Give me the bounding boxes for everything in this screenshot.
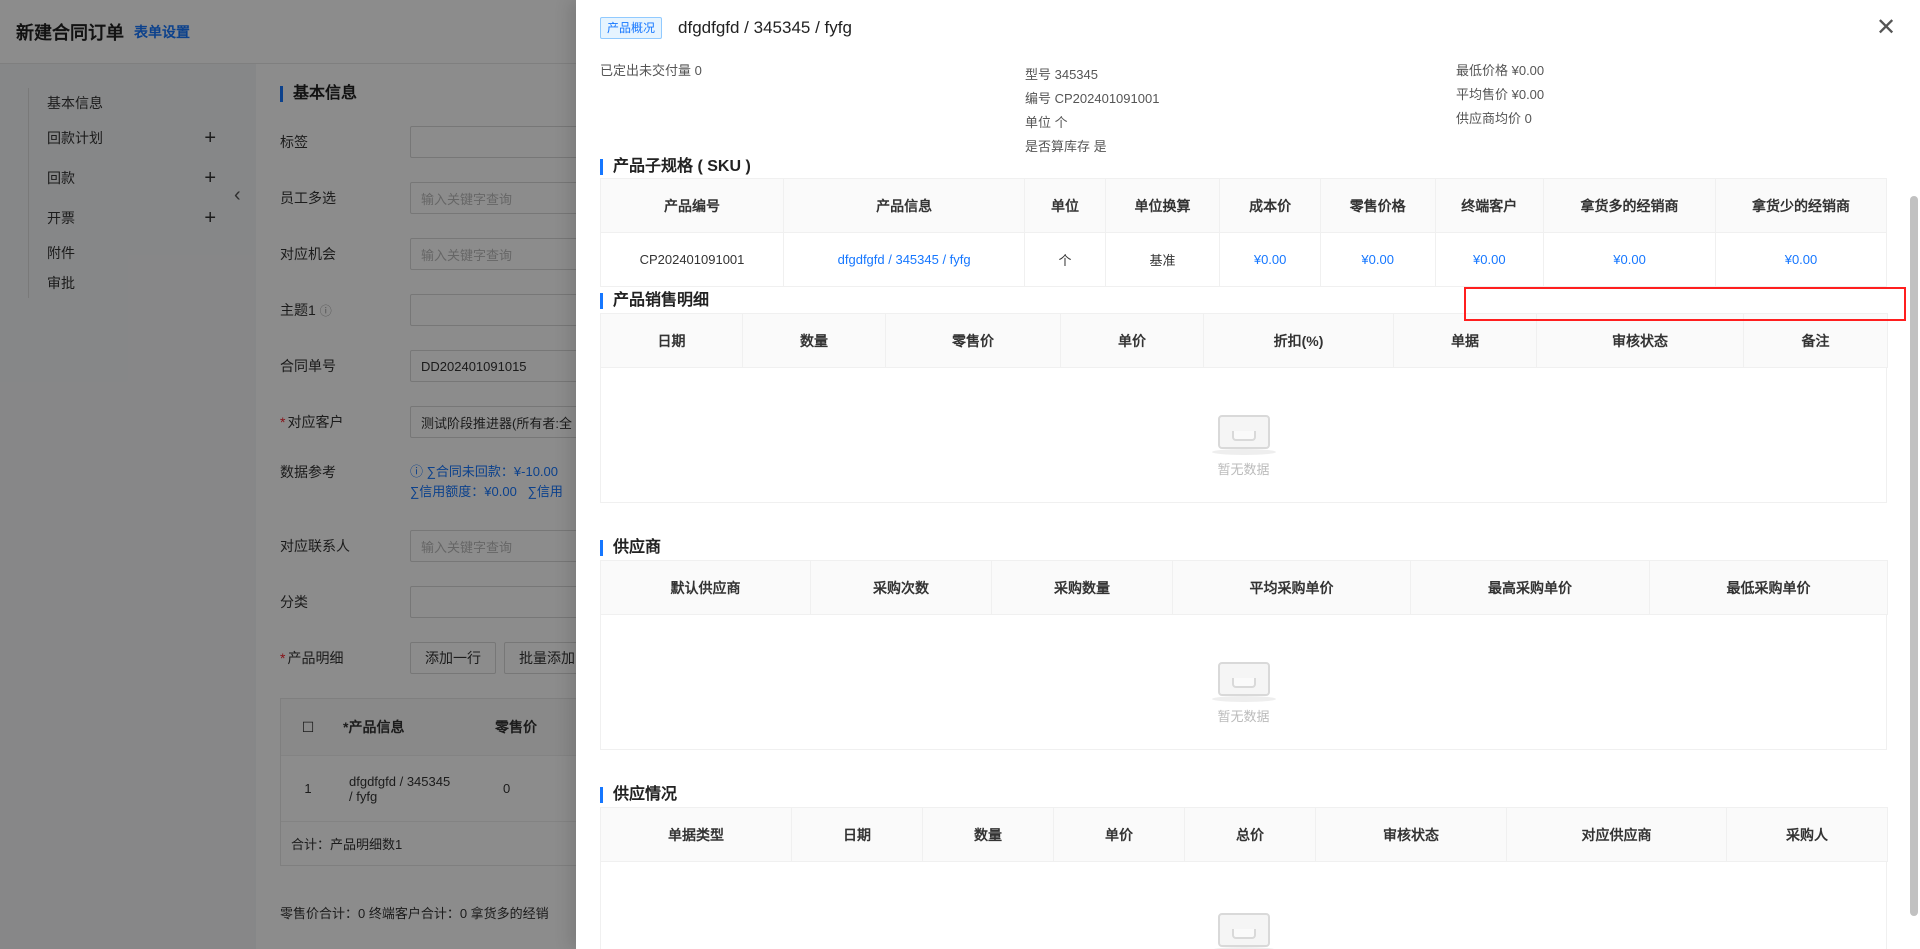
product-code: 编号 CP202401091001 [1025,91,1160,106]
supply-empty [600,861,1887,949]
section-title-supply: 供应情况 [600,787,677,803]
unit: 单位 个 [1025,115,1068,130]
undelivered-qty: 已定出未交付量 0 [600,63,702,78]
close-icon[interactable]: ✕ [1872,14,1900,42]
drawer-title: dfgdfgfd / 345345 / fyfg [678,18,852,37]
drawer-header: 产品概况 dfgdfgfd / 345345 / fyfg ✕ [576,0,1920,56]
sales-empty: 暂无数据 [600,367,1887,503]
section-title-supplier: 供应商 [600,540,661,556]
supplier-avg-price: 供应商均价 0 [1456,111,1532,126]
supplier-table: 默认供应商 采购次数 采购数量 平均采购单价 最高采购单价 最低采购单价 [600,560,1888,615]
product-overview-drawer: 产品概况 dfgdfgfd / 345345 / fyfg ✕ 已定出未交付量 … [576,0,1920,949]
section-title-sales: 产品销售明细 [600,293,709,309]
sales-table: 日期 数量 零售价 单价 折扣(%) 单据 审核状态 备注 [600,313,1888,368]
min-price: 最低价格 ¥0.00 [1456,63,1545,78]
product-info: 已定出未交付量 0 型号 345345 编号 CP202401091001 单位… [576,56,1920,164]
empty-inbox-icon [1211,658,1276,702]
highlight-box [1464,287,1906,321]
supplier-empty: 暂无数据 [600,614,1887,750]
avg-price: 平均售价 ¥0.00 [1456,87,1545,102]
model: 型号 345345 [1025,67,1098,82]
is-stock: 是否算库存 是 [1025,139,1107,154]
product-overview-tag: 产品概况 [600,17,663,39]
drawer-body: 已定出未交付量 0 型号 345345 编号 CP202401091001 单位… [576,56,1920,949]
empty-inbox-icon [1211,909,1276,949]
vertical-scrollbar[interactable] [1910,196,1918,916]
empty-inbox-icon [1211,411,1276,455]
table-row: CP202401091001 dfgdfgfd / 345345 / fyfg … [600,232,1887,287]
section-title-sku: 产品子规格 ( SKU ) [600,159,751,175]
sku-table: 产品编号 产品信息 单位 单位换算 成本价 零售价格 终端客户 拿货多的经销商 … [600,178,1887,287]
supply-table: 单据类型 日期 数量 单价 总价 审核状态 对应供应商 采购人 [600,807,1888,862]
